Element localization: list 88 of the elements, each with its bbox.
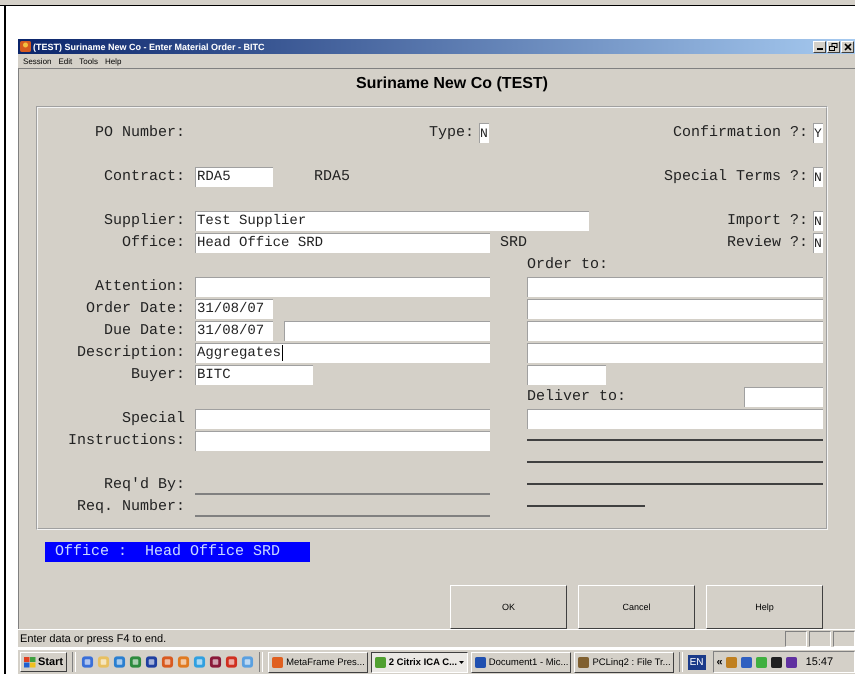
app-icon[interactable] [209,655,222,669]
field-label: Review ?: [726,234,808,252]
field-label: PO Number: [94,124,185,142]
status-text: Enter data or press F4 to end. [20,632,166,644]
app-icon [374,656,387,668]
app-icon[interactable] [225,655,238,669]
contract-description: RDA5 [314,168,350,186]
tray-expand-button[interactable]: « [716,656,723,668]
language-indicator[interactable]: EN [688,654,706,670]
input-field[interactable] [527,276,823,297]
tray-icon[interactable] [784,656,798,668]
taskbar-button[interactable]: Document1 - Mic... [470,652,572,672]
input-field[interactable]: 31/08/07 [195,298,273,319]
flag-field[interactable]: N [813,166,823,187]
field-label: Buyer: [130,366,185,384]
section-label: Deliver to: [527,388,626,406]
flag-field[interactable]: N [813,210,823,231]
flag-field[interactable]: N [813,232,823,253]
app-icon[interactable] [129,655,142,669]
field-label: Description: [76,344,185,362]
field-label: Type: [428,124,474,142]
status-panel [785,630,807,646]
field-label: Confirmation ?: [672,124,808,142]
app-icon [271,656,284,668]
minimize-button[interactable] [813,40,826,52]
field-label: Due Date: [102,322,185,340]
input-field[interactable] [527,320,823,341]
input-field[interactable] [195,408,490,429]
field-label: Import ?: [726,212,808,230]
restore-icon [829,42,838,50]
input-field[interactable] [527,364,606,385]
close-button[interactable] [841,40,854,52]
field-label: Contract: [102,168,185,186]
input-field[interactable] [195,430,490,451]
menu-item[interactable]: Tools [79,56,98,66]
app-icon [20,41,31,52]
minimize-icon [816,48,822,50]
app-icon[interactable] [161,655,174,669]
field-label: Order Date: [84,300,185,318]
input-field[interactable] [195,276,490,297]
tray-icon[interactable] [770,656,783,668]
input-field[interactable]: Head Office SRD [195,232,490,253]
input-field[interactable] [744,386,823,407]
office-banner: Office : Head Office SRD [45,542,310,562]
taskbar-button[interactable]: PCLinq2 : File Tr... [574,652,674,672]
menu-item[interactable]: Edit [58,56,72,66]
input-field[interactable]: 31/08/07 [195,320,273,341]
field-label: Special Terms ?: [664,168,808,186]
restore-button[interactable] [827,40,840,52]
app-icon[interactable] [113,655,126,669]
start-button[interactable]: Start [20,652,68,672]
field-label: Special [120,410,185,428]
field-label: Instructions: [66,432,185,450]
input-field[interactable]: BITC [195,364,313,385]
input-field[interactable]: Test Supplier [195,210,589,231]
field-label: Attention: [94,278,185,296]
section-label: Order to: [527,256,608,274]
field-label: Office: [120,234,185,252]
app-icon[interactable] [81,655,94,669]
app-icon[interactable] [145,655,158,669]
flag-field[interactable]: Y [813,122,823,143]
flag-field[interactable]: N [479,122,489,143]
dialog-button[interactable]: Cancel [578,585,695,629]
input-field[interactable] [527,342,823,363]
close-icon [844,42,852,50]
flag-icon [24,656,36,668]
taskbar-button[interactable]: MetaFrame Pres... [268,652,368,672]
field-label: Req'd By: [102,476,185,494]
status-panel [833,630,855,646]
app-icon [474,656,487,668]
currency-code: SRD [500,234,528,252]
field-label: Supplier: [102,212,185,230]
field-label: Req. Number: [76,498,185,516]
input-field[interactable]: RDA5 [195,166,273,187]
clock: 15:47 [806,656,834,668]
dialog-button[interactable]: Help [706,585,823,629]
menu-item[interactable]: Help [104,56,122,66]
input-field[interactable] [527,298,823,319]
taskbar-button[interactable]: 2 Citrix ICA C... [370,652,468,672]
app-icon [577,656,590,668]
input-field[interactable]: Aggregates [195,342,490,363]
status-panel [809,630,831,646]
dialog-button[interactable]: OK [450,585,567,629]
window-title: (TEST) Suriname New Co - Enter Material Order - BITC [33,42,265,52]
input-field[interactable] [527,408,823,429]
input-field[interactable] [284,320,490,341]
form-heading: Suriname New Co (TEST) [354,74,550,94]
menu-item[interactable]: Session [23,56,52,66]
